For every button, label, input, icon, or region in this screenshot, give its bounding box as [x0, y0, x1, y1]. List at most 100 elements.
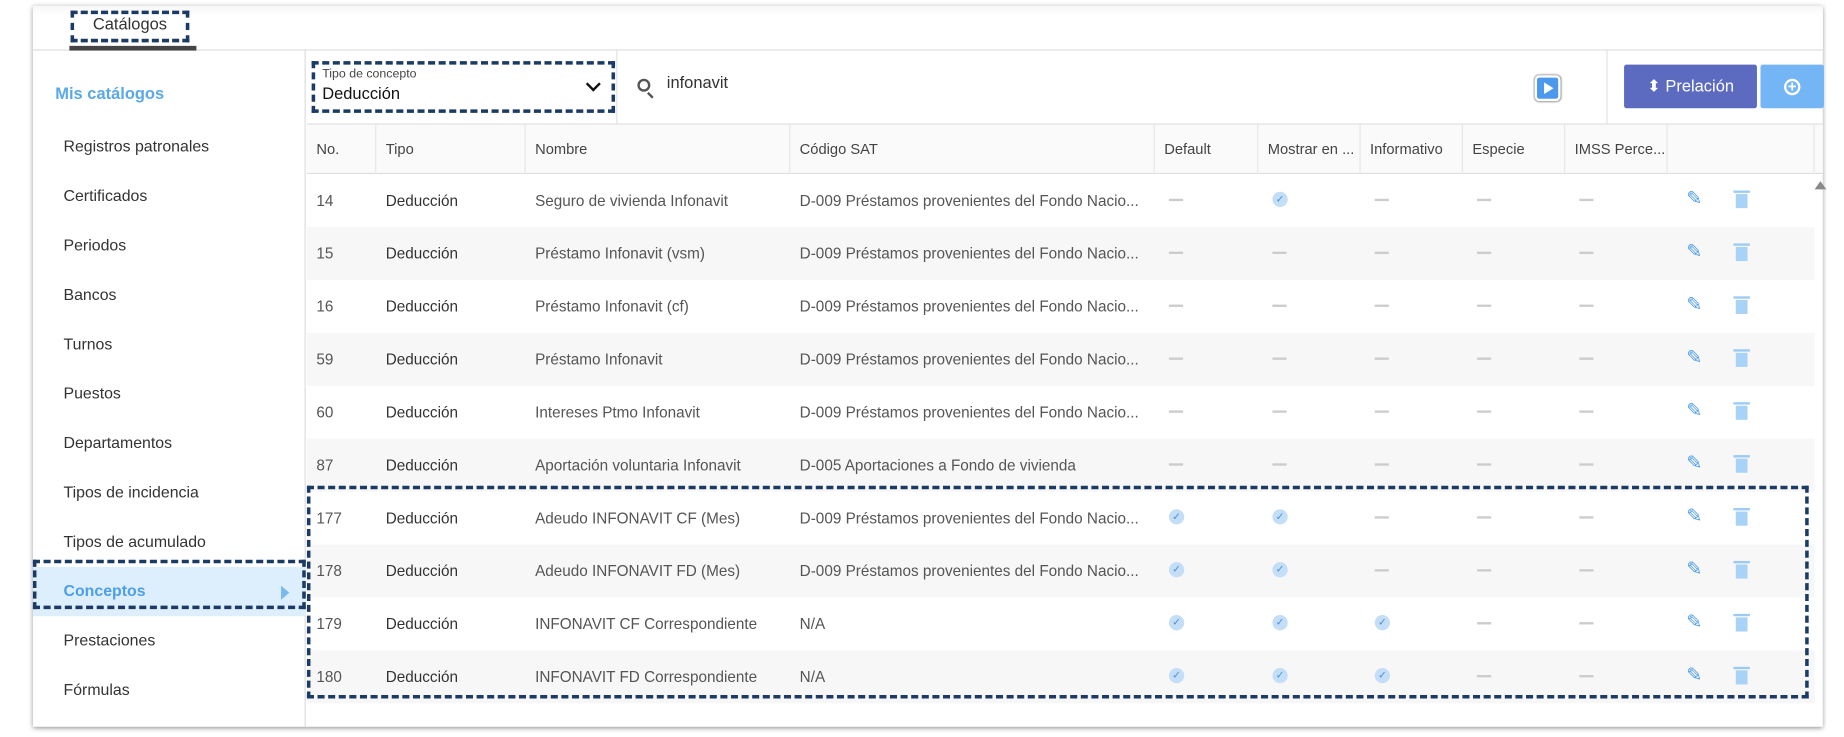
table-row[interactable]: 177 Deducción Adeudo INFONAVIT CF (Mes) D-0…: [307, 492, 1815, 545]
delete-icon[interactable]: [1733, 296, 1750, 314]
cell-nombre: Préstamo Infonavit (vsm): [535, 244, 706, 263]
delete-icon[interactable]: [1733, 243, 1750, 262]
dash-icon: [1477, 251, 1492, 255]
delete-icon[interactable]: [1733, 190, 1750, 209]
dash-icon: [1477, 516, 1492, 519]
column-header[interactable]: Nombre: [526, 124, 791, 175]
edit-icon[interactable]: ✎: [1686, 560, 1705, 581]
column-header[interactable]: No.: [307, 124, 377, 175]
search-icon: [637, 78, 651, 92]
sidebar-item-label: Registros patronales: [63, 137, 210, 156]
prelacion-button[interactable]: ⬍ Prelación: [1624, 64, 1757, 109]
cell-no: 180: [316, 667, 342, 686]
divider: [1606, 50, 1608, 124]
scrollbar[interactable]: [1814, 174, 1827, 727]
concept-type-select[interactable]: Tipo de concepto Deducción: [316, 65, 610, 112]
delete-icon[interactable]: [1733, 613, 1750, 632]
table-row[interactable]: 59 Deducción Préstamo Infonavit D-009 Prést…: [306, 332, 1815, 386]
dash-icon: [1272, 304, 1287, 307]
delete-icon[interactable]: [1733, 349, 1750, 367]
delete-icon[interactable]: [1733, 455, 1750, 473]
dash-icon: [1168, 410, 1184, 413]
sidebar-item-registros-patronales[interactable]: Registros patronales: [33, 122, 306, 171]
select-value: Deducción: [322, 83, 401, 103]
delete-icon[interactable]: [1733, 402, 1750, 420]
dash-icon: [1579, 463, 1594, 466]
sidebar-item-tipos-de-incidencia[interactable]: Tipos de incidencia: [33, 468, 306, 517]
column-header[interactable]: Default: [1155, 124, 1259, 175]
edit-icon[interactable]: ✎: [1686, 242, 1705, 263]
edit-icon[interactable]: ✎: [1686, 613, 1705, 634]
cell-sat: D-005 Aportaciones a Fondo de vivienda: [799, 456, 1076, 474]
check-icon: ✓: [1272, 191, 1288, 207]
edit-icon[interactable]: ✎: [1686, 507, 1705, 528]
dash-icon: [1374, 357, 1389, 360]
search-input[interactable]: [666, 72, 1373, 92]
table-row[interactable]: 178 Deducción Adeudo INFONAVIT FD (Mes) D-0…: [306, 544, 1815, 598]
edit-icon[interactable]: ✎: [1686, 348, 1705, 369]
plus-circle-icon: +: [1783, 78, 1801, 95]
sidebar-item-periodos[interactable]: Periodos: [33, 221, 306, 270]
dash-icon: [1272, 410, 1287, 413]
table-row[interactable]: 60 Deducción Intereses Ptmo Infonavit D-009…: [307, 386, 1815, 439]
cell-tipo: Deducción: [385, 244, 458, 263]
sidebar-item-f-rmulas[interactable]: Fórmulas: [33, 666, 306, 715]
dash-icon: [1579, 410, 1594, 413]
sidebar-item-label: Prestaciones: [63, 631, 156, 650]
column-header[interactable]: Informativo: [1361, 124, 1463, 175]
sidebar-item-departamentos[interactable]: Departamentos: [33, 419, 306, 468]
play-button[interactable]: [1534, 75, 1561, 102]
check-icon: ✓: [1168, 562, 1185, 578]
sidebar-item-bancos[interactable]: Bancos: [33, 270, 306, 319]
dash-icon: [1579, 622, 1594, 625]
tab-catalogos[interactable]: Catálogos: [71, 12, 190, 38]
column-header[interactable]: Código SAT: [790, 124, 1155, 175]
dash-icon: [1477, 463, 1492, 466]
column-header[interactable]: Especie: [1463, 124, 1566, 175]
cell-no: 178: [316, 562, 342, 580]
cell-sat: D-009 Préstamos provenientes del Fondo N…: [799, 297, 1139, 316]
cell-no: 177: [316, 509, 342, 527]
check-icon: ✓: [1272, 509, 1288, 525]
delete-icon[interactable]: [1733, 560, 1750, 579]
add-button[interactable]: +: [1760, 64, 1824, 109]
dash-icon: [1374, 251, 1389, 255]
cell-sat: N/A: [799, 615, 826, 633]
edit-icon[interactable]: ✎: [1686, 454, 1705, 475]
sidebar-item-conceptos[interactable]: Conceptos: [32, 566, 306, 617]
chevron-down-icon: [585, 76, 601, 92]
delete-icon[interactable]: [1733, 666, 1750, 685]
edit-icon[interactable]: ✎: [1686, 189, 1705, 210]
column-header[interactable]: Mostrar en ...: [1258, 124, 1361, 175]
cell-tipo: Deducción: [385, 562, 458, 580]
table-row[interactable]: 87 Deducción Aportación voluntaria Infonav…: [306, 438, 1815, 492]
table-row[interactable]: 15 Deducción Préstamo Infonavit (vsm) D-009…: [306, 226, 1815, 280]
sidebar-item-certificados[interactable]: Certificados: [33, 172, 306, 221]
sidebar-item-prestaciones[interactable]: Prestaciones: [33, 616, 306, 665]
sidebar-item-turnos[interactable]: Turnos: [33, 320, 306, 369]
cell-sat: D-009 Préstamos provenientes del Fondo N…: [799, 191, 1139, 210]
table-row[interactable]: 16 Deducción Préstamo Infonavit (cf) D-009 …: [307, 280, 1815, 333]
sidebar-item-tipos-de-acumulado[interactable]: Tipos de acumulado: [33, 517, 306, 566]
column-header[interactable]: Tipo: [376, 124, 526, 175]
delete-icon[interactable]: [1733, 508, 1750, 526]
table-row[interactable]: 14 Deducción Seguro de vivienda Infonavit D…: [307, 174, 1815, 227]
cell-nombre: Aportación voluntaria Infonavit: [535, 456, 741, 474]
cell-nombre: Intereses Ptmo Infonavit: [535, 403, 700, 422]
edit-icon[interactable]: ✎: [1686, 666, 1705, 687]
sidebar-item-puestos[interactable]: Puestos: [33, 369, 306, 418]
divider: [616, 50, 618, 124]
dash-icon: [1477, 357, 1492, 360]
scroll-up-icon[interactable]: [1814, 181, 1827, 190]
cell-nombre: INFONAVIT CF Correspondiente: [535, 615, 758, 633]
table-row[interactable]: 179 Deducción INFONAVIT CF Correspondiente…: [307, 597, 1815, 650]
dash-icon: [1579, 357, 1594, 360]
column-header[interactable]: IMSS Perce...: [1565, 124, 1668, 175]
check-icon: ✓: [1272, 667, 1288, 684]
table-row[interactable]: 180 Deducción INFONAVIT FD Correspondiente…: [306, 650, 1815, 704]
edit-icon[interactable]: ✎: [1686, 295, 1705, 316]
sidebar-item-label: Periodos: [63, 236, 127, 255]
sidebar-item-label: Tipos de acumulado: [63, 532, 206, 551]
cell-no: 15: [316, 244, 334, 263]
edit-icon[interactable]: ✎: [1686, 401, 1705, 422]
